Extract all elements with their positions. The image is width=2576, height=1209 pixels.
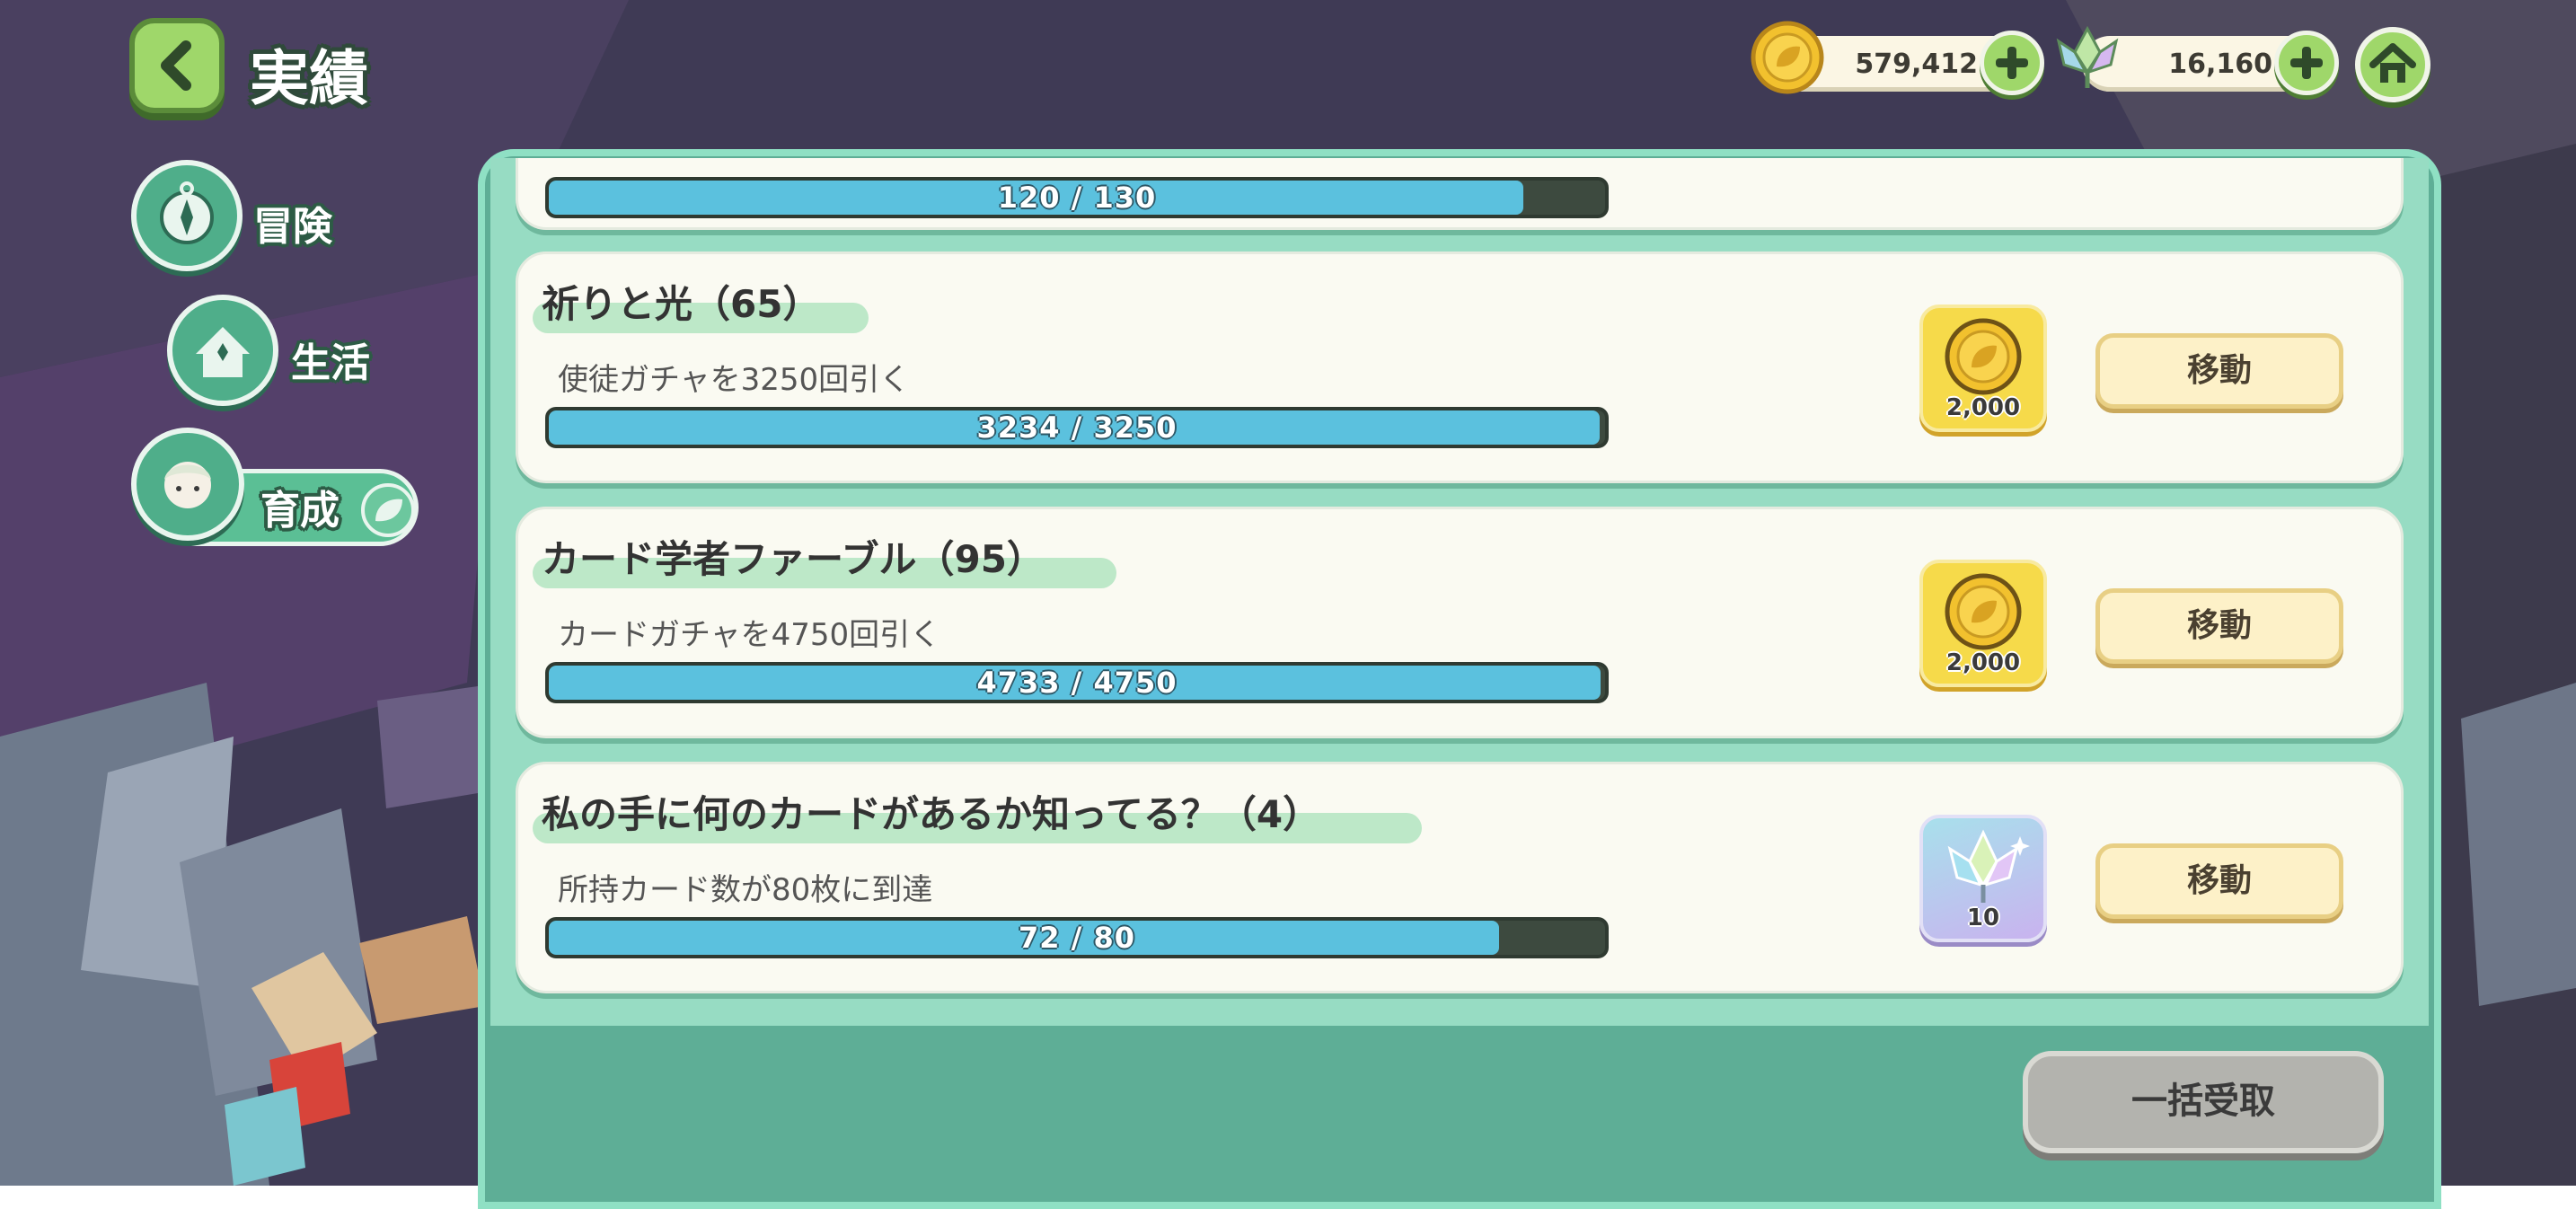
progress-bar: 3234 / 3250 xyxy=(545,407,1609,448)
plus-icon xyxy=(2290,47,2323,79)
reward-amount: 2,000 xyxy=(1945,394,2021,421)
nav-item-life[interactable]: 生活 xyxy=(167,295,401,406)
achievement-list[interactable]: 120 / 130 祈りと光（65） 使徒ガチャを3250回引く 3234 / … xyxy=(490,158,2429,1026)
achievement-description: 使徒ガチャを3250回引く xyxy=(558,362,911,398)
reward-gold: 2,000 xyxy=(1919,560,2047,687)
crystal-icon xyxy=(2051,22,2123,97)
gold-coin-icon xyxy=(1750,20,1825,99)
reward-amount: 10 xyxy=(1966,905,2000,931)
plus-icon xyxy=(1996,47,2028,79)
progress-bar: 72 / 80 xyxy=(545,917,1609,958)
list-item: カード学者ファーブル（95） カードガチャを4750回引く 4733 / 475… xyxy=(516,507,2404,738)
achievement-description: カードガチャを4750回引く xyxy=(558,617,941,653)
list-item: 私の手に何のカードがあるか知ってる？（4） 所持カード数が80枚に到達 72 /… xyxy=(516,762,2404,993)
page-title: 実績 xyxy=(250,44,368,113)
progress-text: 4733 / 4750 xyxy=(976,666,1178,700)
nav-label-life: 生活 xyxy=(291,340,370,386)
add-gold-button[interactable] xyxy=(1980,31,2044,95)
house-icon xyxy=(196,327,250,377)
home-icon xyxy=(2369,43,2416,83)
progress-bar: 120 / 130 xyxy=(545,177,1609,218)
gem-amount: 16,160 xyxy=(2168,49,2272,80)
character-icon xyxy=(164,462,211,508)
home-button[interactable] xyxy=(2355,27,2430,102)
back-button[interactable] xyxy=(129,18,225,113)
nav-item-training[interactable]: 育成 xyxy=(131,428,419,544)
list-item: 祈りと光（65） 使徒ガチャを3250回引く 3234 / 3250 2,000… xyxy=(516,252,2404,483)
compass-icon xyxy=(160,181,214,244)
move-button[interactable]: 移動 xyxy=(2095,588,2343,664)
progress-text: 120 / 130 xyxy=(997,181,1157,215)
nav-label-training: 育成 xyxy=(260,488,340,534)
reward-gold: 2,000 xyxy=(1919,304,2047,432)
progress-text: 3234 / 3250 xyxy=(976,410,1178,445)
achievement-title: カード学者ファーブル（95） xyxy=(542,537,1045,581)
nav-label-adventure: 冒険 xyxy=(253,204,332,250)
progress-text: 72 / 80 xyxy=(1018,921,1136,955)
reward-amount: 2,000 xyxy=(1945,649,2021,676)
achievement-description: 所持カード数が80枚に到達 xyxy=(558,872,933,908)
leaf-icon xyxy=(361,483,415,537)
achievement-title: 私の手に何のカードがあるか知ってる？（4） xyxy=(542,792,1321,836)
chevron-left-icon xyxy=(161,40,191,91)
add-gem-button[interactable] xyxy=(2274,31,2339,95)
gold-amount: 579,412 xyxy=(1855,49,1978,80)
nav-item-adventure[interactable]: 冒険 xyxy=(131,160,383,271)
claim-all-button[interactable]: 一括受取 xyxy=(2023,1051,2384,1153)
list-item-partial: 120 / 130 xyxy=(516,158,2404,230)
progress-bar: 4733 / 4750 xyxy=(545,662,1609,703)
move-button[interactable]: 移動 xyxy=(2095,333,2343,409)
achievement-title: 祈りと光（65） xyxy=(542,282,821,326)
move-button[interactable]: 移動 xyxy=(2095,843,2343,919)
reward-gem: 10 xyxy=(1919,815,2047,942)
